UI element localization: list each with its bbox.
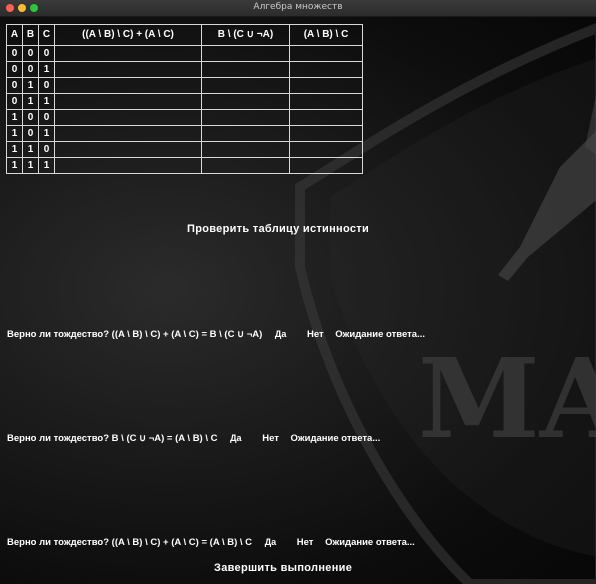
answer-yes-button[interactable]: Да [263, 536, 278, 548]
variable-value-cell: 0 [38, 45, 55, 62]
table-row: 110 [6, 141, 363, 158]
table-header-row: A B C ((A \ B) \ C) + (A \ C) B \ (C ∪ ¬A) (A… [6, 24, 363, 46]
variable-value-cell: 0 [6, 61, 23, 78]
result-input-cell[interactable] [289, 141, 363, 158]
result-input-cell[interactable] [201, 93, 290, 110]
table-row: 010 [6, 77, 363, 94]
variable-value-cell: 1 [22, 141, 39, 158]
identity-question-2: Верно ли тождество? B \ (C ∪ ¬A) = (A \ … [7, 432, 380, 445]
variable-value-cell: 1 [38, 61, 55, 78]
result-input-cell[interactable] [201, 45, 290, 62]
result-input-cell[interactable] [201, 61, 290, 78]
truth-table: A B C ((A \ B) \ C) + (A \ C) B \ (C ∪ ¬A) (A… [6, 24, 363, 174]
finish-button[interactable]: Завершить выполнение [214, 562, 352, 574]
emblem-letters: MA [418, 334, 596, 463]
question-text: Верно ли тождество? ((A \ B) \ C) + (A \… [7, 537, 253, 548]
answer-no-button[interactable]: Нет [260, 432, 281, 445]
result-input-cell[interactable] [201, 157, 290, 174]
result-input-cell[interactable] [54, 141, 202, 158]
result-input-cell[interactable] [289, 93, 363, 110]
table-row: 000 [6, 45, 363, 62]
variable-value-cell: 1 [22, 77, 39, 94]
variable-value-cell: 1 [6, 141, 23, 158]
variable-value-cell: 1 [22, 93, 39, 110]
table-header-cell: C [38, 24, 55, 46]
result-input-cell[interactable] [54, 93, 202, 110]
answer-status: Ожидание ответа... [325, 537, 415, 548]
check-truth-table-button[interactable]: Проверить таблицу истинности [187, 223, 369, 235]
title-bar[interactable]: Алгебра множеств [0, 0, 596, 17]
answer-no-button[interactable]: Нет [295, 536, 316, 549]
table-header-cell: ((A \ B) \ C) + (A \ C) [54, 24, 202, 46]
variable-value-cell: 0 [22, 125, 39, 142]
table-row: 001 [6, 61, 363, 78]
variable-value-cell: 0 [38, 77, 55, 94]
result-input-cell[interactable] [54, 45, 202, 62]
result-input-cell[interactable] [289, 109, 363, 126]
result-input-cell[interactable] [289, 157, 363, 174]
variable-value-cell: 0 [22, 109, 39, 126]
result-input-cell[interactable] [54, 109, 202, 126]
variable-value-cell: 0 [6, 93, 23, 110]
variable-value-cell: 0 [38, 109, 55, 126]
result-input-cell[interactable] [289, 61, 363, 78]
identity-question-3: Верно ли тождество? ((A \ B) \ C) + (A \… [7, 536, 415, 549]
answer-no-button[interactable]: Нет [305, 328, 326, 341]
question-text: Верно ли тождество? B \ (C ∪ ¬A) = (A \ … [7, 433, 218, 444]
result-input-cell[interactable] [54, 157, 202, 174]
variable-value-cell: 1 [6, 109, 23, 126]
answer-yes-button[interactable]: Да [273, 328, 288, 340]
result-input-cell[interactable] [201, 125, 290, 142]
variable-value-cell: 1 [6, 157, 23, 174]
result-input-cell[interactable] [54, 61, 202, 78]
result-input-cell[interactable] [201, 141, 290, 158]
variable-value-cell: 0 [6, 45, 23, 62]
result-input-cell[interactable] [201, 109, 290, 126]
answer-status: Ожидание ответа... [290, 433, 381, 444]
result-input-cell[interactable] [289, 125, 363, 142]
table-row: 101 [6, 125, 363, 142]
variable-value-cell: 1 [38, 125, 55, 142]
table-header-cell: B [22, 24, 39, 46]
question-text: Верно ли тождество? ((A \ B) \ C) + (A \… [7, 329, 263, 340]
result-input-cell[interactable] [54, 125, 202, 142]
variable-value-cell: 0 [38, 141, 55, 158]
variable-value-cell: 1 [38, 157, 55, 174]
variable-value-cell: 1 [6, 125, 23, 142]
window-title: Алгебра множеств [253, 2, 343, 12]
app-window: Алгебра множеств MA A B C ((A \ B) \ C) + (… [0, 0, 596, 584]
result-input-cell[interactable] [54, 77, 202, 94]
result-input-cell[interactable] [201, 77, 290, 94]
table-header-cell: A [6, 24, 23, 46]
main-content: MA A B C ((A \ B) \ C) + (A \ C) B \ (C ∪ ¬A… [0, 17, 596, 584]
variable-value-cell: 0 [6, 77, 23, 94]
table-row: 111 [6, 157, 363, 174]
table-header-cell: B \ (C ∪ ¬A) [201, 24, 290, 46]
table-row: 011 [6, 93, 363, 110]
result-input-cell[interactable] [289, 77, 363, 94]
table-row: 100 [6, 109, 363, 126]
variable-value-cell: 0 [22, 61, 39, 78]
variable-value-cell: 1 [22, 157, 39, 174]
answer-status: Ожидание ответа... [335, 329, 426, 340]
identity-question-1: Верно ли тождество? ((A \ B) \ C) + (A \… [7, 328, 425, 341]
variable-value-cell: 1 [38, 93, 55, 110]
table-header-cell: (A \ B) \ C [289, 24, 363, 46]
result-input-cell[interactable] [289, 45, 363, 62]
answer-yes-button[interactable]: Да [228, 432, 243, 444]
variable-value-cell: 0 [22, 45, 39, 62]
